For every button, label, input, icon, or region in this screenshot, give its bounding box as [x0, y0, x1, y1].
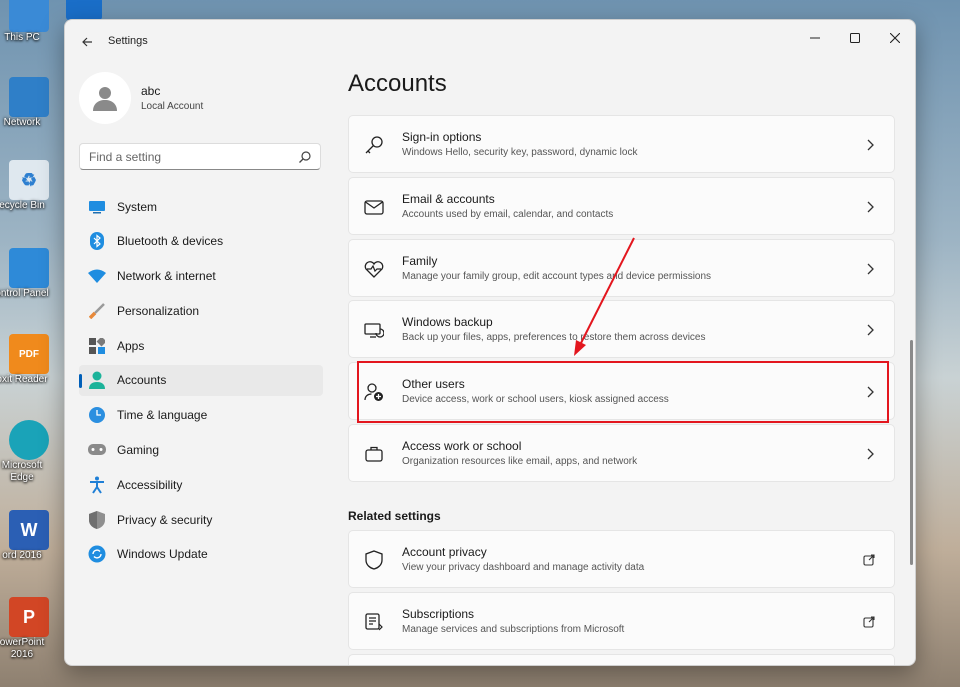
search-box[interactable]	[79, 143, 321, 170]
annotation-highlight-box	[357, 361, 889, 423]
computer-icon	[9, 0, 49, 32]
card-sign-in-options[interactable]: Sign-in options Windows Hello, security …	[348, 115, 895, 173]
edge-icon	[9, 420, 49, 460]
powerpoint-icon: P	[9, 597, 49, 637]
person-icon	[88, 371, 106, 390]
page-title: Accounts	[348, 70, 447, 97]
pdf-icon: PDF	[9, 334, 49, 374]
sidebar-item-network[interactable]: Network & internet	[79, 261, 323, 292]
desktop-icon-word[interactable]: W ord 2016	[0, 510, 58, 562]
subscriptions-icon	[365, 613, 383, 631]
clock-globe-icon	[88, 406, 106, 424]
sidebar-item-privacy[interactable]: Privacy & security	[79, 504, 323, 535]
mail-icon	[364, 200, 384, 215]
minimize-button[interactable]	[795, 24, 835, 52]
chevron-right-icon	[867, 139, 874, 151]
scrollbar-thumb[interactable]	[910, 340, 913, 565]
external-link-icon	[863, 616, 875, 628]
chevron-right-icon	[867, 324, 874, 336]
arrow-left-icon	[82, 37, 92, 47]
chevron-right-icon	[867, 201, 874, 213]
sidebar-item-accounts[interactable]: Accounts	[79, 364, 323, 396]
minimize-icon	[810, 37, 820, 39]
accessibility-icon	[88, 476, 106, 494]
external-link-icon	[863, 554, 875, 566]
sidebar-nav: System Bluetooth & devices Network & int…	[79, 191, 323, 574]
bluetooth-icon	[88, 232, 106, 251]
search-icon[interactable]	[298, 150, 312, 164]
sync-icon	[88, 545, 106, 563]
key-icon	[365, 136, 383, 154]
sidebar-item-apps[interactable]: Apps	[79, 330, 323, 361]
sidebar-item-personalization[interactable]: Personalization	[79, 295, 323, 326]
maximize-button[interactable]	[835, 24, 875, 52]
monitor-icon	[88, 198, 106, 216]
maximize-icon	[850, 33, 860, 43]
sidebar-item-windows-update[interactable]: Windows Update	[79, 539, 323, 570]
desktop-icon-powerpoint[interactable]: P owerPoint 2016	[0, 597, 58, 661]
card-email-accounts[interactable]: Email & accounts Accounts used by email,…	[348, 177, 895, 235]
chevron-right-icon	[867, 448, 874, 460]
wifi-icon	[88, 267, 106, 285]
card-subscriptions[interactable]: Subscriptions Manage services and subscr…	[348, 592, 895, 650]
avatar	[79, 72, 131, 124]
person-avatar-icon	[93, 87, 117, 111]
card-family[interactable]: Family Manage your family group, edit ac…	[348, 239, 895, 297]
word-icon: W	[9, 510, 49, 550]
sidebar-item-gaming[interactable]: Gaming	[79, 435, 323, 466]
card-windows-backup[interactable]: Windows backup Back up your files, apps,…	[348, 300, 895, 358]
card-partial[interactable]	[348, 654, 895, 665]
desktop-icon-network[interactable]: Network	[0, 77, 58, 129]
shield-outline-icon	[365, 550, 383, 570]
sidebar-item-system[interactable]: System	[79, 191, 323, 222]
desktop-icon-edge[interactable]: Microsoft Edge	[0, 420, 58, 484]
heart-icon	[364, 261, 384, 278]
network-icon	[9, 77, 49, 117]
card-access-work-school[interactable]: Access work or school Organization resou…	[348, 424, 895, 482]
sidebar-item-accessibility[interactable]: Accessibility	[79, 469, 323, 500]
desktop-icon-foxit-reader[interactable]: PDF oxit Reader	[0, 334, 58, 386]
title-bar: Settings	[65, 20, 915, 62]
desktop-icon-control-panel[interactable]: ontrol Panel	[0, 248, 58, 300]
chevron-right-icon	[867, 263, 874, 275]
related-settings-heading: Related settings	[348, 509, 441, 523]
outlook-icon[interactable]	[66, 0, 102, 20]
desktop-icon-this-pc[interactable]: This PC	[0, 0, 58, 44]
app-title: Settings	[108, 35, 148, 47]
gamepad-icon	[88, 441, 106, 459]
sidebar-item-time-language[interactable]: Time & language	[79, 400, 323, 431]
card-account-privacy[interactable]: Account privacy View your privacy dashbo…	[348, 530, 895, 588]
user-name: abc	[141, 84, 161, 98]
back-button[interactable]	[77, 32, 97, 52]
backup-icon	[364, 323, 384, 338]
desktop-icon-recycle-bin[interactable]: ♻ ecycle Bin	[0, 160, 58, 212]
briefcase-icon	[365, 446, 383, 462]
apps-icon	[88, 337, 106, 355]
account-type: Local Account	[141, 101, 204, 112]
recycle-bin-icon: ♻	[9, 160, 49, 200]
shield-icon	[88, 510, 106, 529]
sidebar-item-bluetooth[interactable]: Bluetooth & devices	[79, 226, 323, 257]
control-panel-icon	[9, 248, 49, 288]
close-icon	[890, 33, 900, 43]
close-button[interactable]	[875, 24, 915, 52]
brush-icon	[88, 302, 106, 320]
settings-window: Settings abc Local Account Find a settin…	[64, 19, 916, 666]
search-input[interactable]	[80, 144, 290, 169]
